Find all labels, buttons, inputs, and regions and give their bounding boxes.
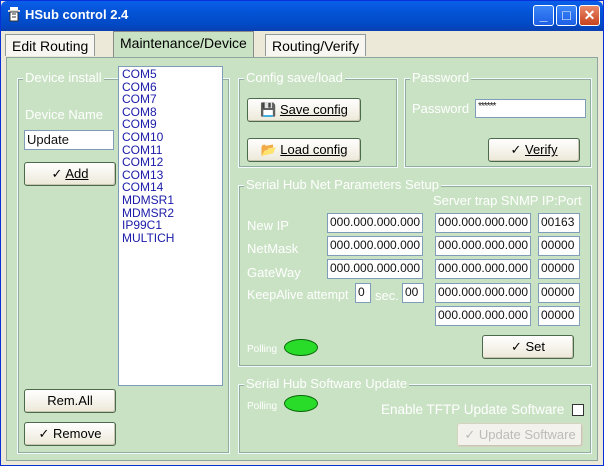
floppy-disk-icon: 💾 [260,102,277,117]
trap-port-2-input[interactable]: 00000 [538,236,580,256]
password-input[interactable]: ****** [475,99,586,118]
set-button[interactable]: ✓ Set [482,335,574,359]
update-polling-indicator [284,395,318,412]
tab-maintenance-device[interactable]: Maintenance/Device [113,31,254,58]
keepalive-input[interactable]: 0 [355,283,371,303]
update-software-button[interactable]: ✓ Update Software [457,423,583,447]
list-item[interactable]: IP99C1 [122,219,219,232]
rem-all-button[interactable]: Rem.All [24,389,116,413]
net-polling-label: Polling [247,344,278,355]
add-button[interactable]: ✓ Add [24,162,116,186]
trap-port-4-input[interactable]: 00000 [538,283,580,303]
load-config-button[interactable]: 📂 Load config [247,138,361,162]
trap-port-5-input[interactable]: 00000 [538,306,580,326]
list-item[interactable]: COM5 [122,68,219,81]
netmask-input[interactable]: 000.000.000.000 [327,236,423,256]
device-name-label: Device Name [25,107,104,122]
trap-ip-2-input[interactable]: 000.000.000.000 [435,236,531,256]
open-folder-icon: 📂 [260,142,277,157]
load-config-label: Load config [280,142,348,157]
list-item[interactable]: MDMSR1 [122,194,219,207]
add-button-label: Add [65,166,89,181]
title-bar[interactable]: HSub control 2.4 _ □ ✕ [1,1,603,31]
tftp-label: Enable TFTP Update Software [381,402,565,417]
set-button-label: Set [525,339,546,354]
netmask-label: NetMask [247,241,299,256]
device-list[interactable]: COM5 COM6 COM7 COM8 COM9 COM10 COM11 COM12 COM13… [118,66,223,386]
update-software-label: Update Software [478,427,576,442]
update-polling-label: Polling [247,401,278,412]
keepalive-label: KeepAlive attempt [247,288,349,302]
verify-button[interactable]: ✓ Verify [488,138,580,162]
trap-ip-3-input[interactable]: 000.000.000.000 [435,259,531,279]
list-item[interactable]: COM10 [122,131,219,144]
trap-port-1-input[interactable]: 00163 [538,213,580,233]
save-config-label: Save config [279,102,348,117]
new-ip-label: New IP [247,218,289,233]
spellcheck-icon: ✓ [464,427,476,442]
app-window: HSub control 2.4 _ □ ✕ Edit Routing Main… [0,0,604,466]
trap-ip-1-input[interactable]: 000.000.000.000 [435,213,531,233]
device-name-input[interactable]: Update [24,130,114,150]
tab-strip: Edit Routing Maintenance/Device Routing/… [3,31,601,58]
config-legend: Config save/load [244,70,345,85]
maximize-button[interactable]: □ [556,5,577,26]
app-icon [8,7,20,22]
trap-port-3-input[interactable]: 00000 [538,259,580,279]
trap-ip-5-input[interactable]: 000.000.000.000 [435,306,531,326]
password-label: Password [412,101,470,116]
window-title: HSub control 2.4 [25,7,129,22]
net-polling-indicator [284,339,318,356]
device-install-legend: Device install [23,70,104,85]
list-item[interactable]: COM12 [122,156,219,169]
minimize-button[interactable]: _ [533,5,554,26]
spellcheck-icon: ✓ [510,142,522,157]
sec-input[interactable]: 00 [402,283,424,303]
tftp-checkbox[interactable] [572,404,584,416]
password-legend: Password [410,70,472,85]
server-trap-header: Server trap SNMP IP:Port [433,193,582,208]
spellcheck-icon: ✓ [51,166,63,181]
remove-button-label: Remove [53,426,102,441]
spellcheck-icon: ✓ [510,339,522,354]
net-parameters-legend: Serial Hub Net Parameters Setup [244,177,441,192]
spellcheck-icon: ✓ [38,426,50,441]
maintenance-panel: Device install Device Name Update ✓ Add … [6,57,598,461]
verify-button-label: Verify [525,142,558,157]
tab-edit-routing[interactable]: Edit Routing [5,34,96,56]
tab-routing-verify[interactable]: Routing/Verify [265,34,367,56]
save-config-button[interactable]: 💾 Save config [247,98,361,122]
list-item[interactable]: COM7 [122,93,219,106]
sec-label: sec. [375,288,399,303]
remove-button[interactable]: ✓ Remove [24,422,116,446]
gateway-input[interactable]: 000.000.000.000 [327,259,423,279]
close-button[interactable]: ✕ [579,5,600,26]
trap-ip-4-input[interactable]: 000.000.000.000 [435,283,531,303]
software-update-legend: Serial Hub Software Update [244,376,410,391]
gateway-label: GateWay [247,265,301,280]
list-item[interactable]: MULTICH [122,232,219,245]
new-ip-input[interactable]: 000.000.000.000 [327,213,423,233]
